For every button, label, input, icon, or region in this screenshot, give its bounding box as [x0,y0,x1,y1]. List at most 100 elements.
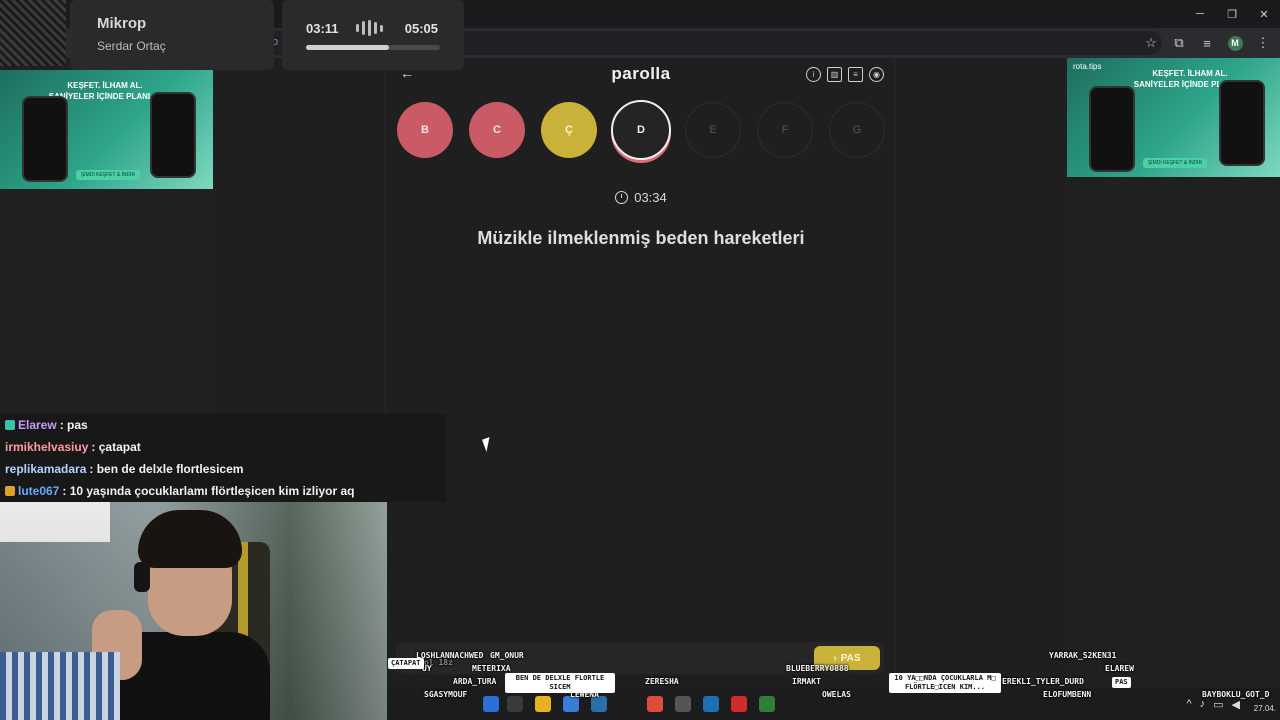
letter-label: E [709,124,717,136]
maximize-icon[interactable]: ❐ [1216,0,1248,28]
track-card: Mikrop Serdar Ortaç [70,0,274,70]
chrome-icon[interactable] [647,696,663,712]
letter-label: C [493,124,501,136]
emote-username: METERIXA [472,664,511,673]
ad-phone-image [150,92,196,178]
account-icon[interactable]: ◉ [869,67,884,82]
info-icon[interactable]: i [806,67,821,82]
right-ad-banner[interactable]: rota.tips KEŞFET. İLHAM AL. SANİYELER İÇ… [1067,58,1280,177]
left-ad-banner[interactable]: KEŞFET. İLHAM AL. SANİYELER İÇİNDE PLANL… [0,70,213,189]
emote-username: BLUEBERRY0888 [786,664,849,673]
bookmark-star-icon[interactable]: ☆ [1140,32,1162,54]
emote-speech-bubble: ÇATAPAT [388,658,424,669]
taskbar-date: 27.04. [1253,704,1276,713]
chat-username: Elarew [18,418,57,432]
track-artist: Serdar Ortaç [97,39,166,53]
blanket [0,652,120,720]
stats-icon[interactable]: ▥ [827,67,842,82]
emote-username: BAYBOKLU_GOT_D [1202,690,1270,699]
letter-label: G [852,124,862,136]
emote-username: ZERESHA [645,677,679,686]
letter-c-cedilla: Ç [541,102,597,158]
emote-username: EREKLI_TYLER_DURD [1002,677,1084,686]
right-ad-column: rota.tips KEŞFET. İLHAM AL. SANİYELER İÇ… [1066,58,1280,720]
ad-cta-button[interactable]: ŞİMDİ KEŞFET & İNDİR [76,170,140,180]
emote-username: SGASYMOUF [424,690,468,699]
system-tray: ^ ♪ ▭ ◀ [1186,698,1240,711]
chevron-right-icon: › [833,652,837,664]
game-panel: ← parolla i ▥ ≡ ◉ B C Ç D E F G 03:34 Mü… [385,58,895,720]
timer-value: 03:34 [634,190,667,205]
chat-icon[interactable]: ≡ [848,67,863,82]
letter-f: F [757,102,813,158]
screen: ─ ❐ ✕ b ☆ ⧉ ≡ M ⋮ KEŞFET. İLHAM AL. SANİ… [0,0,1280,720]
letter-c: C [469,102,525,158]
streamer-hair [138,510,242,568]
ad-phone-image [1089,86,1135,172]
letter-wheel: B C Ç D E F G [396,100,886,162]
network-icon[interactable]: ▭ [1213,698,1223,711]
emote-username: IRMAKT [792,677,821,686]
microphone-icon[interactable]: ♪ [1200,698,1206,711]
letter-label: B [421,124,429,136]
letter-label: D [637,124,645,136]
profile-icon[interactable]: M [1224,32,1246,54]
folder-icon[interactable] [535,696,551,712]
emote-speech-bubble: BEN DE DELXLE FLORTLE SICEM [505,673,615,693]
extensions-icon[interactable]: ⧉ [1168,32,1190,54]
chat-username: lute067 [18,484,60,498]
emote-username: YARRAK_S2KEN31 [1049,651,1117,660]
profile-avatar: M [1227,35,1243,51]
emote-username: GM_ONUR [490,651,524,660]
pass-label: PAS [840,652,861,664]
letter-label: F [781,124,789,136]
chat-username: replikamadara [5,462,87,476]
emote-username: OWELAS [822,690,851,699]
chat-text: : çatapat [91,440,141,454]
playback-progress-fill [306,45,390,50]
chat-message: irmikhelvasiuy : çatapat [0,436,446,458]
letter-b: B [397,102,453,158]
obs-icon[interactable] [675,696,691,712]
emote-speech-bubble: 10 YA□□NDA ÇOCUKLARLA M□ FLÖRTLE□ICEN KI… [889,673,1001,693]
search-icon[interactable] [507,696,523,712]
chat-text: : ben de delxle flortlesicem [89,462,244,476]
ad-brand-label: rota.tips [1073,62,1102,71]
playback-card: 03:11 05:05 [282,0,464,70]
ad-phone-image [22,96,68,182]
stream-chat: Elarew : pas irmikhelvasiuy : çatapat re… [0,414,446,502]
ad-cta-button[interactable]: ŞİMDİ KEŞFET & İNDİR [1143,158,1207,168]
webcam-feed [0,502,387,720]
emote-username: ELOFUMBENN [1043,690,1092,699]
letter-g: G [829,102,885,158]
letter-d: D [611,100,671,160]
elapsed-time: 03:11 [306,21,339,36]
header-icon-group: i ▥ ≡ ◉ [806,67,884,82]
emote-speech-bubble: PAS [1112,677,1131,688]
app-icon[interactable] [731,696,747,712]
chat-message: Elarew : pas [0,414,446,436]
chat-message: lute067 : 10 yaşında çocuklarlamı flörtl… [0,480,446,502]
window-controls: ─ ❐ ✕ [1184,0,1280,28]
volume-icon[interactable]: ◀ [1232,698,1240,711]
chat-badge-icon [5,420,15,430]
album-art [0,0,66,66]
app-icon[interactable] [759,696,775,712]
chat-username: irmikhelvasiuy [5,440,89,454]
ad-phone-image [1219,80,1265,166]
chat-text: : pas [59,418,88,432]
headset [134,562,150,592]
chevron-up-icon[interactable]: ^ [1186,698,1191,711]
start-icon[interactable] [483,696,499,712]
close-icon[interactable]: ✕ [1248,0,1280,28]
total-time: 05:05 [404,21,438,36]
timer: 03:34 [386,190,896,205]
minimize-icon[interactable]: ─ [1184,0,1216,28]
app-icon[interactable] [703,696,719,712]
track-title: Mikrop [97,15,147,32]
question-text: Müzikle ilmeklenmiş beden hareketleri [477,228,805,248]
menu-kebab-icon[interactable]: ⋮ [1252,32,1274,54]
playback-progress [306,45,440,50]
now-playing-overlay: Mikrop Serdar Ortaç 03:11 05:05 [0,0,464,72]
media-control-icon[interactable]: ≡ [1196,32,1218,54]
